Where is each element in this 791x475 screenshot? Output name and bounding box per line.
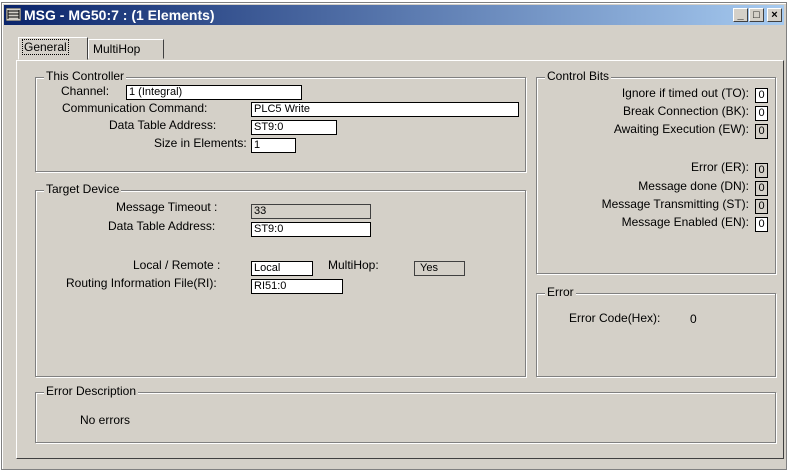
routing-information-file-field[interactable]: RI51:0 bbox=[251, 279, 343, 294]
bit-ew-field: 0 bbox=[755, 124, 768, 139]
msg-window: MSG - MG50:7 : (1 Elements) _ □ × Genera… bbox=[1, 2, 787, 470]
error-description-text: No errors bbox=[80, 413, 131, 427]
message-timeout-label: Message Timeout : bbox=[116, 200, 218, 214]
bit-dn-field: 0 bbox=[755, 181, 768, 196]
window-title: MSG - MG50:7 : (1 Elements) bbox=[24, 7, 215, 23]
bit-er-field: 0 bbox=[755, 163, 768, 178]
control-bits-legend: Control Bits bbox=[545, 69, 612, 83]
minimize-button[interactable]: _ bbox=[733, 8, 748, 22]
control-bits-group: Control Bits Ignore if timed out (TO): 0… bbox=[536, 69, 776, 274]
close-button[interactable]: × bbox=[767, 8, 782, 22]
bit-er-label: Error (ER): bbox=[691, 160, 749, 174]
local-remote-label: Local / Remote : bbox=[133, 258, 221, 272]
target-device-group: Target Device Message Timeout : 33 Data … bbox=[35, 182, 526, 377]
error-code-value: 0 bbox=[690, 312, 697, 326]
bit-to-label: Ignore if timed out (TO): bbox=[621, 86, 749, 100]
error-code-label: Error Code(Hex): bbox=[569, 311, 661, 325]
data-table-address-label: Data Table Address: bbox=[109, 118, 217, 132]
multihop-label: MultiHop: bbox=[328, 258, 379, 272]
bit-to-field[interactable]: 0 bbox=[755, 88, 768, 103]
bit-bk-label: Break Connection (BK): bbox=[622, 104, 749, 118]
bit-dn-label: Message done (DN): bbox=[638, 179, 749, 193]
local-remote-field[interactable]: Local bbox=[251, 261, 313, 276]
target-data-table-address-label: Data Table Address: bbox=[108, 219, 216, 233]
data-table-address-field[interactable]: ST9:0 bbox=[251, 120, 337, 135]
bit-st-label: Message Transmitting (ST): bbox=[601, 197, 749, 211]
communication-command-label: Communication Command: bbox=[62, 101, 208, 115]
maximize-button[interactable]: □ bbox=[749, 8, 764, 22]
channel-field[interactable]: 1 (Integral) bbox=[126, 85, 302, 100]
this-controller-legend: This Controller bbox=[44, 69, 127, 83]
tab-general-label: General bbox=[22, 39, 69, 55]
tab-multihop-label: MultiHop bbox=[93, 42, 141, 56]
tab-multihop[interactable]: MultiHop bbox=[88, 39, 164, 59]
general-page: This Controller Channel: 1 (Integral) Co… bbox=[16, 60, 784, 459]
tab-general[interactable]: General bbox=[18, 37, 88, 60]
multihop-field[interactable]: Yes bbox=[414, 261, 465, 276]
target-device-legend: Target Device bbox=[44, 182, 122, 196]
title-bar[interactable]: MSG - MG50:7 : (1 Elements) _ □ × bbox=[4, 5, 784, 25]
channel-label: Channel: bbox=[61, 84, 110, 98]
bit-st-field: 0 bbox=[755, 199, 768, 214]
error-legend: Error bbox=[545, 285, 576, 299]
error-description-group: Error Description No errors bbox=[35, 384, 776, 443]
bit-en-field[interactable]: 0 bbox=[755, 217, 768, 232]
bit-ew-label: Awaiting Execution (EW): bbox=[613, 122, 749, 136]
bit-bk-field[interactable]: 0 bbox=[755, 106, 768, 121]
size-in-elements-label: Size in Elements: bbox=[154, 136, 247, 150]
target-data-table-address-field[interactable]: ST9:0 bbox=[251, 222, 371, 237]
size-in-elements-field[interactable]: 1 bbox=[251, 138, 296, 153]
routing-information-file-label: Routing Information File(RI): bbox=[66, 276, 217, 290]
communication-command-field[interactable]: PLC5 Write bbox=[251, 102, 519, 117]
this-controller-group: This Controller Channel: 1 (Integral) Co… bbox=[35, 69, 526, 172]
bit-en-label: Message Enabled (EN): bbox=[621, 215, 749, 229]
ladder-file-icon bbox=[6, 8, 21, 21]
message-timeout-field[interactable]: 33 bbox=[251, 204, 371, 219]
error-description-legend: Error Description bbox=[44, 384, 139, 398]
error-group: Error Error Code(Hex): 0 bbox=[536, 285, 776, 377]
